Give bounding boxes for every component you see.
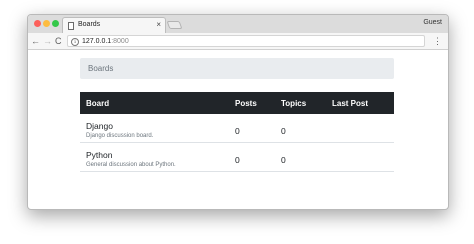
tab-close-icon[interactable]: × [156, 20, 161, 30]
page-content: Boards Board Posts Topics Last Post Djan… [28, 51, 448, 209]
posts-count: 0 [235, 155, 240, 165]
topics-count: 0 [281, 126, 286, 136]
board-description: General discussion about Python. [86, 162, 176, 168]
table-row: Python General discussion about Python. … [80, 143, 394, 172]
posts-count: 0 [235, 126, 240, 136]
new-tab-button[interactable] [166, 21, 183, 29]
url-port: :8000 [111, 37, 129, 45]
board-description: Django discussion board. [86, 133, 154, 139]
info-icon[interactable]: i [71, 37, 79, 46]
table-header: Board Posts Topics Last Post [80, 92, 394, 114]
profile-label[interactable]: Guest [423, 19, 442, 26]
header-topics: Topics [281, 99, 307, 108]
browser-toolbar: ← → C i 127.0.0.1:8000 ⋮ [28, 33, 448, 50]
forward-arrow-icon[interactable]: → [43, 35, 52, 47]
header-last-post: Last Post [332, 99, 369, 108]
board-name-link[interactable]: Django [86, 121, 113, 131]
url-text: 127.0.0.1:8000 [82, 38, 129, 45]
header-board: Board [86, 99, 110, 108]
tab-title: Boards [78, 21, 101, 28]
breadcrumb-item-boards: Boards [88, 64, 114, 73]
tab-boards[interactable]: Boards × [62, 17, 166, 33]
close-window-button[interactable] [34, 20, 41, 27]
tab-strip: Boards × Guest [28, 15, 448, 33]
page-icon [68, 22, 74, 30]
reload-icon[interactable]: C [55, 35, 62, 47]
breadcrumb: Boards [80, 58, 394, 79]
back-arrow-icon[interactable]: ← [31, 35, 40, 47]
browser-menu-icon[interactable]: ⋮ [433, 35, 442, 47]
address-bar[interactable]: i 127.0.0.1:8000 [67, 35, 425, 47]
boards-table: Board Posts Topics Last Post Django Djan… [80, 92, 394, 172]
url-host: 127.0.0.1 [82, 37, 112, 45]
table-row: Django Django discussion board. 0 0 [80, 114, 394, 143]
browser-window: Boards × Guest ← → C i 127.0.0.1:8000 ⋮ … [27, 14, 449, 210]
topics-count: 0 [281, 155, 286, 165]
header-posts: Posts [235, 99, 257, 108]
board-name-link[interactable]: Python [86, 150, 112, 160]
zoom-window-button[interactable] [52, 20, 59, 27]
minimize-window-button[interactable] [43, 20, 50, 27]
